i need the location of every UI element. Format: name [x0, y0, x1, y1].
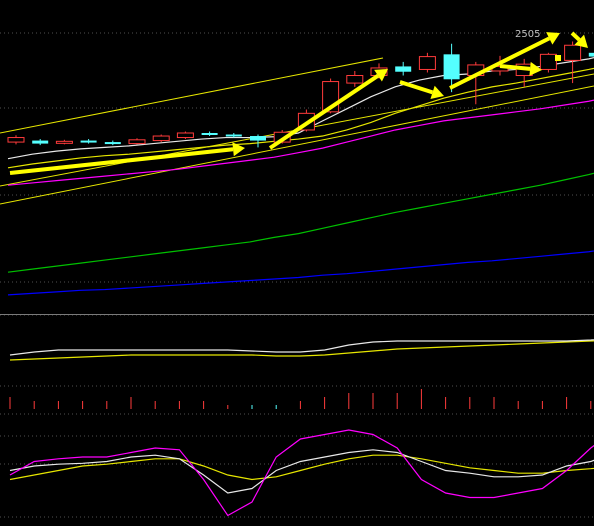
candle-body-5 — [128, 139, 146, 145]
trend-arrow-shaft-4 — [499, 64, 531, 71]
trend-arrows — [9, 31, 588, 175]
candle-body-23 — [564, 44, 582, 61]
stochastic-panel — [9, 429, 594, 517]
candle-body-0 — [7, 137, 25, 143]
candle-body-10 — [250, 136, 266, 141]
candle-body-22 — [539, 53, 557, 70]
candle-body-14 — [346, 75, 364, 84]
candle-body-6 — [152, 135, 170, 142]
moving-averages — [7, 56, 594, 296]
candle-body-24 — [588, 52, 594, 57]
channel-lower — [0, 85, 594, 205]
chart-canvas: 2505 — [0, 29, 594, 518]
candle-body-4 — [104, 142, 121, 145]
price-label: 2505 — [515, 29, 540, 40]
ma-green-line — [7, 172, 594, 273]
candle-body-2 — [55, 140, 73, 144]
trend-arrow-shaft-3 — [449, 36, 551, 90]
osc-white-line — [9, 339, 594, 356]
oscillator-panel — [9, 339, 594, 361]
candle-body-9 — [225, 134, 242, 137]
trend-arrow-shaft-5 — [570, 31, 581, 42]
stoch-yellow-line — [9, 454, 594, 481]
volume-bars — [9, 389, 592, 409]
candle-body-16 — [395, 66, 412, 72]
price-marker — [555, 55, 561, 61]
ma-blue-line — [7, 250, 594, 296]
grid-lines — [0, 32, 594, 518]
stoch-magenta-line — [9, 429, 594, 517]
candle-body-7 — [176, 132, 194, 139]
trend-arrow-shaft-2 — [399, 80, 434, 95]
candle-body-18 — [443, 54, 460, 80]
candle-body-8 — [201, 133, 218, 135]
candle-body-1 — [32, 140, 49, 144]
candle-body-17 — [418, 56, 436, 70]
candlestick-chart: 2505 — [0, 0, 594, 522]
candle-body-3 — [80, 140, 97, 143]
